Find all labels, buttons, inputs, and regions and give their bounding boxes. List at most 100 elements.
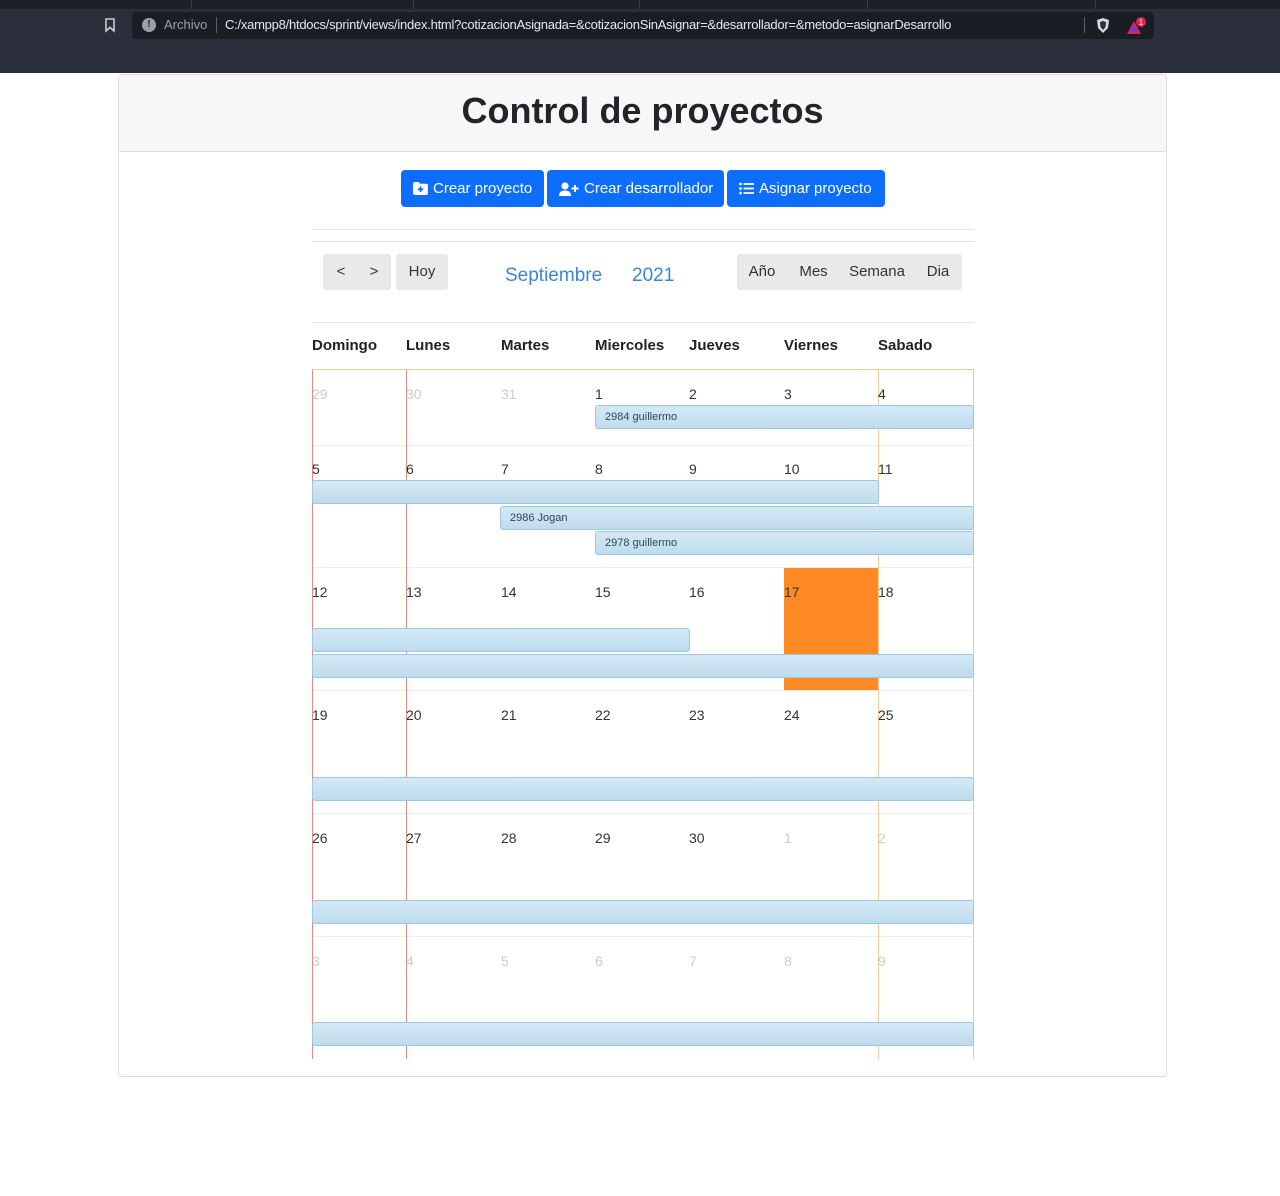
day-number[interactable]: 6 [406,461,414,477]
create-developer-button[interactable]: Crear desarrollador [547,170,724,207]
today-button[interactable]: Hoy [396,254,448,290]
rewards-badge: 1 [1139,18,1144,27]
divider [216,17,217,33]
user-plus-icon [559,181,579,196]
day-number[interactable]: 12 [312,584,328,600]
bookmark-icon[interactable] [104,17,116,33]
day-number[interactable]: 9 [689,461,697,477]
day-number[interactable]: 31 [501,386,517,402]
day-number[interactable]: 24 [784,707,800,723]
prev-button[interactable]: < [323,254,359,290]
view-day-button[interactable]: Dia [919,254,957,290]
day-number[interactable]: 9 [878,953,886,969]
day-name: Domingo [312,337,377,354]
day-number[interactable]: 28 [501,830,517,846]
brave-rewards-icon[interactable]: 1 [1126,16,1148,36]
day-number[interactable]: 22 [595,707,611,723]
day-number[interactable]: 29 [595,830,611,846]
day-number[interactable]: 23 [689,707,705,723]
day-number[interactable]: 7 [689,953,697,969]
divider [312,229,974,230]
event-bar[interactable] [312,628,690,652]
day-number[interactable]: 18 [878,584,894,600]
calendar-grid: 29 30 31 1 2 3 4 2984 guillermo 5 6 7 8 … [312,369,974,1059]
view-week-button[interactable]: Semana [844,254,910,290]
tab[interactable] [640,0,868,9]
week-divider [312,936,974,937]
day-name: Lunes [406,337,451,354]
week-divider [312,445,974,446]
card-header: Control de proyectos [119,75,1166,152]
day-number[interactable]: 4 [878,386,886,402]
prev-next-group: < > [323,254,391,290]
day-number[interactable]: 13 [406,584,422,600]
tab[interactable] [414,0,640,9]
day-number[interactable]: 20 [406,707,422,723]
day-number[interactable]: 3 [784,386,792,402]
day-number[interactable]: 27 [406,830,422,846]
day-number[interactable]: 21 [501,707,517,723]
day-number[interactable]: 30 [406,386,422,402]
day-number[interactable]: 7 [501,461,509,477]
create-project-button[interactable]: Crear proyecto [401,170,544,207]
day-number[interactable]: 25 [878,707,894,723]
day-number[interactable]: 5 [501,953,509,969]
day-number[interactable]: 26 [312,830,328,846]
assign-project-label: Asignar proyecto [759,180,872,197]
day-number[interactable]: 2 [878,830,886,846]
url-text[interactable]: C:/xampp8/htdocs/sprint/views/index.html… [225,17,951,32]
folder-plus-icon [413,182,428,195]
day-number[interactable]: 19 [312,707,328,723]
event-bar[interactable] [312,777,974,801]
year-label[interactable]: 2021 [632,265,674,287]
protocol-label: Archivo [164,17,208,32]
main-card: Control de proyectos Crear proyecto Crea… [118,74,1167,1077]
event-bar[interactable] [312,654,974,678]
assign-project-button[interactable]: Asignar proyecto [727,170,885,207]
day-number[interactable]: 17 [784,584,800,600]
day-number[interactable]: 1 [595,386,603,402]
event-bar[interactable]: 2984 guillermo [595,405,974,429]
view-year-button[interactable]: Año [739,254,785,290]
day-number[interactable]: 14 [501,584,517,600]
day-number[interactable]: 29 [312,386,328,402]
create-project-label: Crear proyecto [433,180,533,197]
day-name: Viernes [784,337,838,354]
address-bar[interactable]: ! Archivo C:/xampp8/htdocs/sprint/views/… [132,12,1154,39]
list-icon [739,182,754,195]
tab[interactable] [0,0,192,9]
column-line [973,370,974,1059]
day-number[interactable]: 15 [595,584,611,600]
event-bar[interactable] [312,1022,974,1046]
day-number[interactable]: 30 [689,830,705,846]
day-name: Martes [501,337,550,354]
day-number[interactable]: 2 [689,386,697,402]
day-number[interactable]: 3 [312,953,320,969]
browser-chrome: ! Archivo C:/xampp8/htdocs/sprint/views/… [0,0,1280,73]
day-number[interactable]: 8 [784,953,792,969]
event-bar[interactable] [312,900,974,924]
day-number[interactable]: 6 [595,953,603,969]
event-bar[interactable] [312,480,879,504]
create-developer-label: Crear desarrollador [584,180,714,197]
event-bar[interactable]: 2978 guillermo [595,531,974,555]
day-name: Jueves [689,337,740,354]
brave-shield-icon[interactable] [1095,17,1111,34]
day-number[interactable]: 1 [784,830,792,846]
week-divider [312,567,974,568]
view-month-button[interactable]: Mes [791,254,836,290]
day-number[interactable]: 8 [595,461,603,477]
tab[interactable] [192,0,414,9]
event-bar[interactable]: 2986 Jogan [500,506,974,530]
divider [312,322,974,323]
day-number[interactable]: 10 [784,461,800,477]
day-number[interactable]: 11 [878,461,893,477]
next-button[interactable]: > [357,254,391,290]
day-number[interactable]: 16 [689,584,705,600]
info-icon[interactable]: ! [142,18,156,32]
month-label[interactable]: Septiembre [505,265,602,287]
day-number[interactable]: 5 [312,461,320,477]
day-name: Sabado [878,337,933,354]
day-number[interactable]: 4 [406,953,414,969]
tab[interactable] [868,0,1096,9]
